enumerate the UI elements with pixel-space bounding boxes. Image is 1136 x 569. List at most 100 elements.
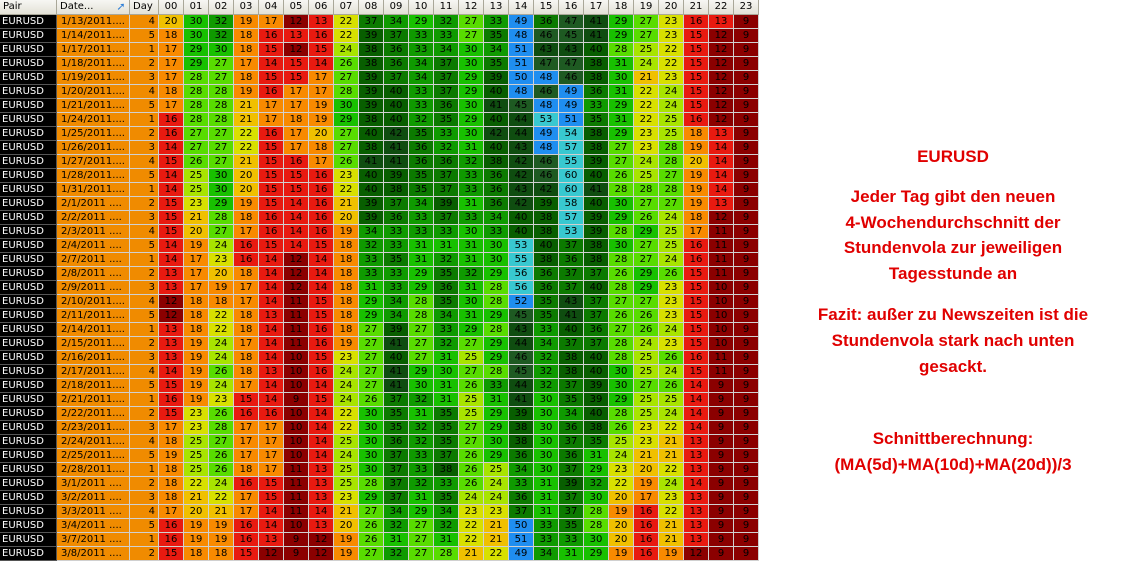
sort-arrow-icon[interactable]: ➚ [115, 1, 127, 13]
day-cell: 3 [130, 421, 159, 435]
hour-value-cell: 30 [584, 491, 609, 505]
hour-value-cell: 49 [509, 15, 534, 29]
hour-value-cell: 33 [409, 43, 434, 57]
hour-value-cell: 23 [634, 435, 659, 449]
hour-value-cell: 24 [209, 239, 234, 253]
hour-value-cell: 27 [209, 155, 234, 169]
hour-value-cell: 18 [209, 295, 234, 309]
hour-value-cell: 15 [159, 407, 184, 421]
hour-value-cell: 28 [584, 505, 609, 519]
hour-value-cell: 19 [234, 15, 259, 29]
hour-value-cell: 55 [559, 155, 584, 169]
hour-value-cell: 27 [184, 141, 209, 155]
column-header-hour[interactable]: 06 [309, 0, 334, 15]
hour-value-cell: 31 [409, 491, 434, 505]
hour-value-cell: 14 [159, 253, 184, 267]
hour-value-cell: 36 [509, 449, 534, 463]
hour-value-cell: 9 [734, 309, 759, 323]
pair-cell: EURUSD [0, 113, 57, 127]
column-header-date[interactable]: Date... ➚ [57, 0, 130, 15]
date-cell: 2/4/2011 .... [57, 239, 130, 253]
pair-cell: EURUSD [0, 29, 57, 43]
hour-value-cell: 28 [609, 351, 634, 365]
hour-value-cell: 35 [534, 295, 559, 309]
column-header-hour[interactable]: 19 [634, 0, 659, 15]
date-cell: 2/18/2011.... [57, 379, 130, 393]
hour-value-cell: 13 [684, 449, 709, 463]
column-header-hour[interactable]: 17 [584, 0, 609, 15]
column-header-hour[interactable]: 15 [534, 0, 559, 15]
hour-value-cell: 23 [334, 491, 359, 505]
column-header-hour[interactable]: 11 [434, 0, 459, 15]
hour-value-cell: 41 [584, 15, 609, 29]
hour-value-cell: 14 [159, 183, 184, 197]
column-header-hour[interactable]: 07 [334, 0, 359, 15]
day-cell: 2 [130, 197, 159, 211]
hour-value-cell: 25 [659, 393, 684, 407]
hour-value-cell: 9 [734, 421, 759, 435]
hour-value-cell: 13 [159, 337, 184, 351]
hour-value-cell: 13 [284, 29, 309, 43]
hour-value-cell: 18 [234, 463, 259, 477]
hour-value-cell: 40 [509, 211, 534, 225]
column-header-hour[interactable]: 12 [459, 0, 484, 15]
hour-value-cell: 36 [484, 169, 509, 183]
column-header-hour[interactable]: 14 [509, 0, 534, 15]
hour-value-cell: 28 [209, 211, 234, 225]
hour-value-cell: 41 [384, 337, 409, 351]
hour-value-cell: 27 [334, 141, 359, 155]
hour-value-cell: 29 [409, 15, 434, 29]
column-header-hour[interactable]: 20 [659, 0, 684, 15]
hour-value-cell: 34 [434, 43, 459, 57]
column-header-hour[interactable]: 00 [159, 0, 184, 15]
hour-value-cell: 25 [484, 463, 509, 477]
column-header-hour[interactable]: 10 [409, 0, 434, 15]
hour-value-cell: 46 [509, 351, 534, 365]
column-header-hour[interactable]: 18 [609, 0, 634, 15]
hour-value-cell: 14 [259, 505, 284, 519]
hour-value-cell: 40 [484, 85, 509, 99]
hour-value-cell: 15 [684, 43, 709, 57]
column-header-hour[interactable]: 21 [684, 0, 709, 15]
hour-value-cell: 37 [384, 197, 409, 211]
column-header-hour[interactable]: 16 [559, 0, 584, 15]
date-cell: 2/22/2011.... [57, 407, 130, 421]
column-header-hour[interactable]: 08 [359, 0, 384, 15]
hour-value-cell: 32 [409, 393, 434, 407]
hour-value-cell: 16 [234, 533, 259, 547]
date-cell: 1/26/2011.... [57, 141, 130, 155]
date-cell: 1/27/2011.... [57, 155, 130, 169]
hour-value-cell: 30 [459, 225, 484, 239]
column-header-day[interactable]: Day [130, 0, 159, 15]
hour-value-cell: 9 [734, 267, 759, 281]
hour-value-cell: 21 [634, 449, 659, 463]
hour-value-cell: 13 [684, 519, 709, 533]
hour-value-cell: 28 [409, 309, 434, 323]
hour-value-cell: 22 [659, 421, 684, 435]
hour-value-cell: 32 [384, 519, 409, 533]
hour-value-cell: 13 [159, 351, 184, 365]
hour-value-cell: 48 [509, 29, 534, 43]
column-header-hour[interactable]: 01 [184, 0, 209, 15]
hour-value-cell: 36 [434, 155, 459, 169]
column-header-hour[interactable]: 02 [209, 0, 234, 15]
day-cell: 4 [130, 435, 159, 449]
column-header-pair[interactable]: Pair [0, 0, 57, 15]
column-header-hour[interactable]: 22 [709, 0, 734, 15]
column-header-hour[interactable]: 09 [384, 0, 409, 15]
column-header-hour[interactable]: 03 [234, 0, 259, 15]
column-header-hour[interactable]: 13 [484, 0, 509, 15]
hour-value-cell: 33 [534, 533, 559, 547]
hour-value-cell: 39 [359, 99, 384, 113]
hour-value-cell: 42 [509, 155, 534, 169]
column-header-hour[interactable]: 23 [734, 0, 759, 15]
hour-value-cell: 18 [184, 547, 209, 561]
hour-value-cell: 12 [159, 309, 184, 323]
hour-value-cell: 15 [159, 379, 184, 393]
column-header-hour[interactable]: 04 [259, 0, 284, 15]
hour-value-cell: 11 [709, 351, 734, 365]
hour-value-cell: 36 [409, 141, 434, 155]
column-header-hour[interactable]: 05 [284, 0, 309, 15]
hour-value-cell: 34 [509, 463, 534, 477]
hour-value-cell: 17 [184, 281, 209, 295]
